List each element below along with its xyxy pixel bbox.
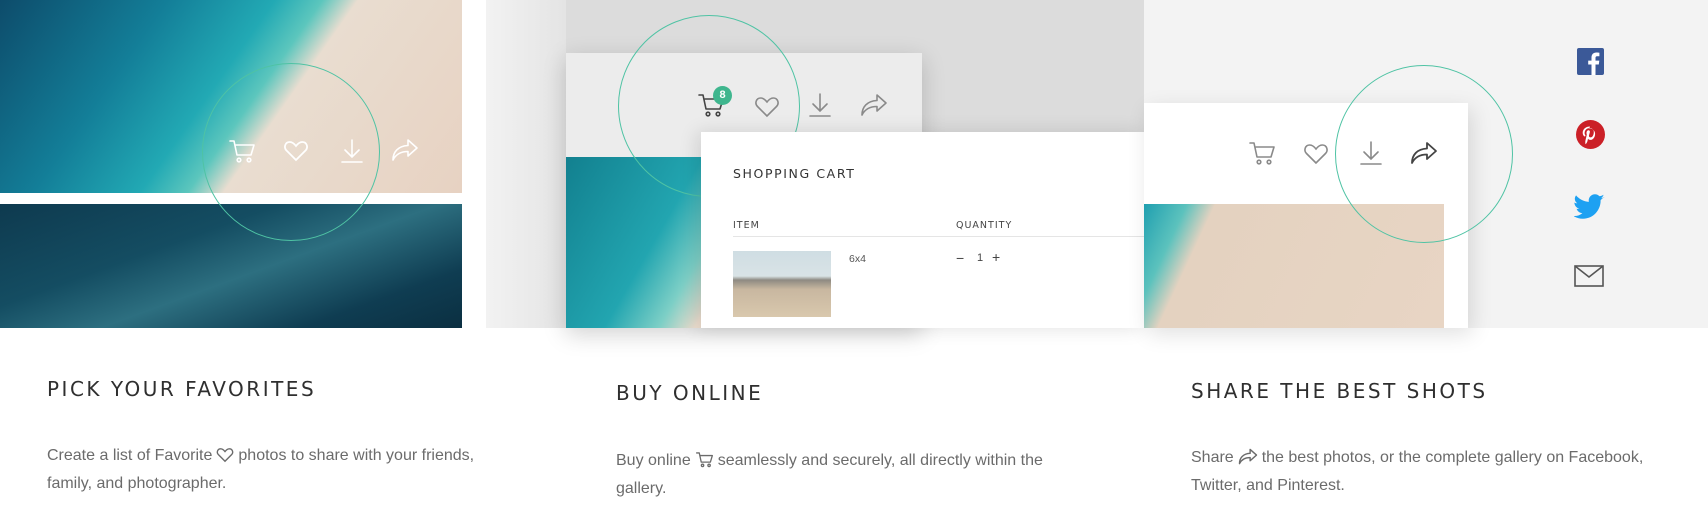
feature-text-before: Share (1191, 449, 1234, 466)
ocean-photo (0, 204, 462, 328)
share-icon[interactable] (391, 138, 419, 162)
shopping-cart-card: SHOPPING CART ITEM QUANTITY 6x4 − 1 + (701, 132, 1144, 328)
column-header-item: ITEM (733, 220, 760, 231)
heart-icon[interactable] (1303, 143, 1329, 165)
download-icon[interactable] (808, 92, 832, 118)
feature-description-buy: Buy online seamlessly and securely, all d… (616, 447, 1076, 503)
header-divider (733, 236, 1144, 237)
mail-icon[interactable] (1574, 265, 1604, 287)
column-header-quantity: QUANTITY (956, 220, 1013, 231)
quantity-value: 1 (977, 252, 984, 264)
panel-buy-preview: 8 SHOPPING CART ITEM QUANTITY 6x4 − 1 + (486, 0, 1144, 328)
feature-description-share: Share the best photos, or the complete ga… (1191, 444, 1671, 500)
feature-text-before: Buy online (616, 452, 691, 469)
cart-count: 8 (719, 89, 726, 101)
cart-icon[interactable] (1248, 140, 1276, 166)
heart-icon (216, 447, 234, 463)
feature-text-after: the best photos, or the complete gallery… (1191, 449, 1644, 494)
panel-share-preview (1144, 0, 1708, 328)
back-card-shadow (486, 0, 566, 328)
cart-count-badge: 8 (713, 86, 732, 105)
feature-title-share: SHARE THE BEST SHOTS (1191, 379, 1488, 403)
share-icon[interactable] (1410, 141, 1438, 165)
feature-title-favorites: PICK YOUR FAVORITES (47, 377, 317, 401)
heart-icon[interactable] (754, 96, 780, 118)
heart-icon[interactable] (283, 140, 309, 162)
facebook-icon[interactable] (1577, 48, 1604, 75)
feature-title-buy: BUY ONLINE (616, 381, 764, 405)
feature-description-favorites: Create a list of Favorite photos to share… (47, 442, 507, 498)
pinterest-icon[interactable] (1576, 120, 1605, 149)
cart-icon[interactable] (228, 138, 256, 164)
panel-favorites-preview (0, 0, 462, 328)
download-icon[interactable] (1359, 140, 1383, 166)
quantity-increment-button[interactable]: + (992, 249, 1000, 265)
feature-text-before: Create a list of Favorite (47, 447, 213, 464)
share-icon[interactable] (860, 93, 888, 117)
cart-icon (695, 451, 714, 468)
cart-item-thumbnail[interactable] (733, 251, 831, 317)
quantity-decrement-button[interactable]: − (956, 250, 964, 266)
share-icon (1238, 448, 1258, 465)
twitter-icon[interactable] (1574, 194, 1605, 220)
shopping-cart-title: SHOPPING CART (733, 166, 856, 181)
download-icon[interactable] (340, 138, 364, 164)
cart-item-size: 6x4 (849, 253, 866, 265)
